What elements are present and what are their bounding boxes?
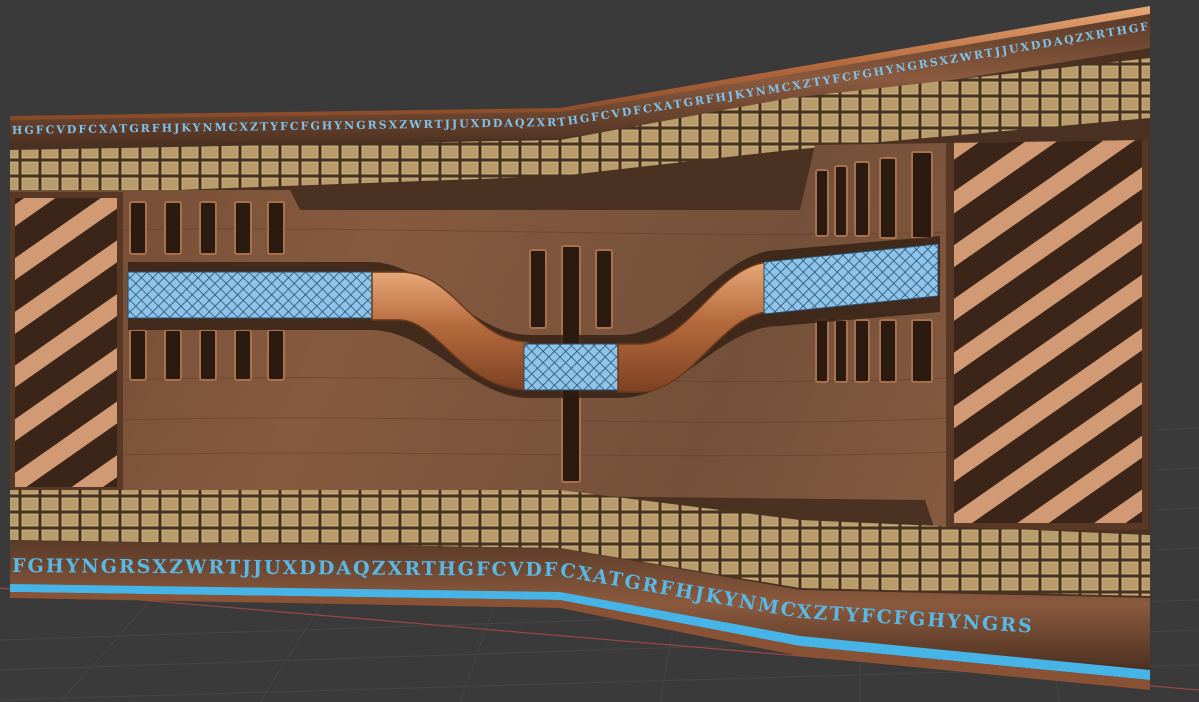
center-mesh-hose (523, 343, 623, 391)
left-mesh-hose (127, 271, 379, 319)
right-striped-block (950, 140, 1146, 527)
3d-viewport[interactable]: HGFCVDFCXATGRFHJKYNMCXZTYFCFGHYNGRSXZWRT… (0, 0, 1199, 702)
left-striped-block (12, 195, 120, 490)
